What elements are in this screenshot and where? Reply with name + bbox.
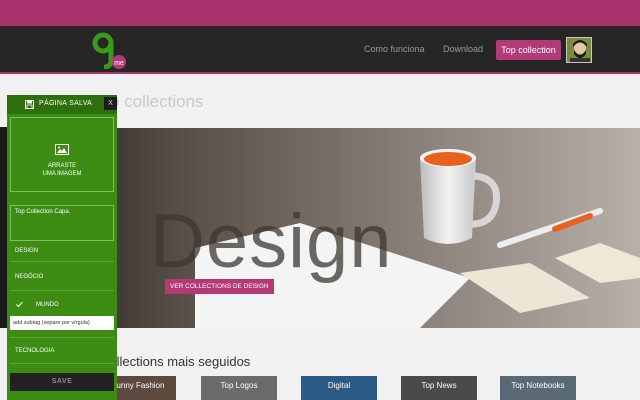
section-title: Collections mais seguidos: [100, 354, 251, 369]
dropzone-line-1: ARRASTE: [47, 163, 77, 169]
card-label: Top Notebooks: [511, 381, 565, 390]
hero-word: Design: [150, 199, 393, 284]
side-strip: [0, 127, 7, 327]
category-mundo[interactable]: MUNDO: [36, 302, 59, 308]
divider: [10, 363, 114, 364]
logo[interactable]: me: [90, 31, 130, 69]
nav-link-download[interactable]: Download: [443, 44, 483, 54]
dropzone-text: ARRASTE UMA IMAGEM: [11, 162, 113, 178]
dropzone-line-2: UMA IMAGEM: [42, 171, 82, 177]
nav-link-como-funciona[interactable]: Como funciona: [364, 44, 425, 54]
collection-card[interactable]: Digital: [301, 376, 377, 400]
floppy-icon: [25, 100, 34, 109]
navbar: me Como funciona Download Top collection: [0, 26, 640, 74]
divider: [10, 337, 114, 338]
card-label: Digital: [327, 381, 351, 390]
save-button[interactable]: SAVE: [10, 373, 114, 391]
category-tecnologia[interactable]: TECNOLOGIA: [15, 348, 54, 354]
category-design[interactable]: DESIGN: [15, 248, 38, 254]
card-label: Top Logos: [220, 381, 258, 390]
close-button[interactable]: X: [104, 97, 117, 110]
divider: [10, 290, 114, 291]
check-icon[interactable]: [16, 301, 23, 308]
top-collection-button[interactable]: Top collection: [496, 40, 561, 60]
collection-card[interactable]: Top Logos: [201, 376, 277, 400]
top-band: [0, 0, 640, 26]
collection-card[interactable]: Top News: [401, 376, 477, 400]
image-dropzone[interactable]: ARRASTE UMA IMAGEM: [10, 117, 114, 192]
caption-input[interactable]: Top Collection Capa.: [10, 205, 114, 241]
avatar[interactable]: [566, 37, 592, 63]
divider: [10, 261, 114, 262]
logo-text: me: [114, 60, 124, 67]
subtag-input[interactable]: add subtag (separe por vírgula): [10, 316, 114, 330]
collection-card[interactable]: Top Notebooks: [500, 376, 576, 400]
category-negocio[interactable]: NEGÓCIO: [15, 274, 43, 280]
panel-header: PÁGINA SALVA: [7, 95, 117, 114]
save-panel: PÁGINA SALVA X ARRASTE UMA IMAGEM Top Co…: [7, 95, 117, 400]
panel-title: PÁGINA SALVA: [39, 100, 93, 107]
hero-cta-button[interactable]: VER COLLECTIONS DE DESIGN: [165, 279, 274, 294]
card-label: Top News: [421, 381, 457, 390]
image-icon: [55, 144, 69, 155]
